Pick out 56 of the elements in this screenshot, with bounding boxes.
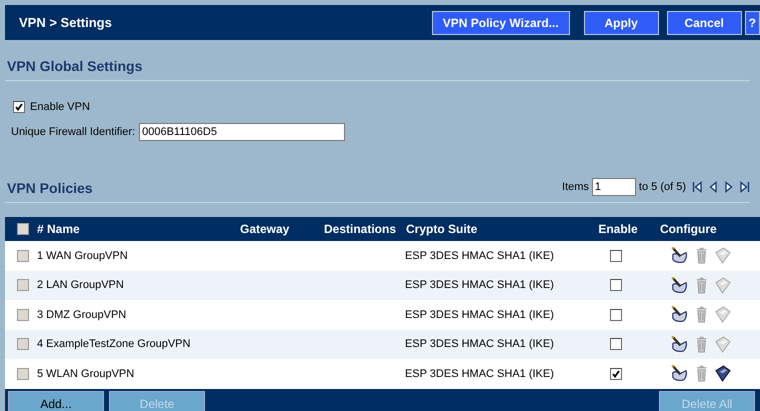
crypto-suite: ESP 3DES HMAC SHA1 (IKE): [404, 368, 554, 380]
crypto-suite: ESP 3DES HMAC SHA1 (IKE): [404, 250, 554, 262]
crypto-suite: ESP 3DES HMAC SHA1 (IKE): [404, 338, 554, 350]
first-page-icon[interactable]: [692, 181, 702, 193]
pager-range: to 5 (of 5): [638, 181, 686, 193]
enable-checkbox[interactable]: [610, 368, 622, 380]
enable-checkbox[interactable]: [13, 101, 25, 113]
row-checkbox[interactable]: [17, 368, 29, 380]
select-all-checkbox[interactable]: [17, 223, 29, 235]
row-checkbox[interactable]: [17, 279, 29, 292]
table-button[interactable]: Add...: [8, 390, 104, 411]
enable-checkbox[interactable]: [610, 250, 622, 262]
section-title: VPN Policies: [7, 180, 93, 196]
crypto-suite: ESP 3DES HMAC SHA1 (IKE): [404, 308, 554, 321]
row-checkbox[interactable]: [17, 308, 29, 321]
header-button[interactable]: VPN Policy Wizard...: [432, 10, 570, 34]
field-label: Unique Firewall Identifier:: [11, 126, 136, 138]
section-title: VPN Global Settings: [7, 58, 142, 74]
column-header: Crypto Suite: [406, 222, 478, 236]
policy-name: 4 ExampleTestZone GroupVPN: [37, 338, 190, 350]
identifier-field[interactable]: 0006B11106D5: [139, 123, 346, 141]
edit-icon[interactable]: [670, 336, 690, 353]
trash-icon[interactable]: [695, 276, 708, 294]
edit-icon[interactable]: [670, 276, 690, 294]
policy-name: 3 DMZ GroupVPN: [37, 308, 126, 321]
previous-page-icon[interactable]: [708, 181, 718, 193]
column-header: # Name: [37, 222, 80, 236]
last-page-icon[interactable]: [740, 181, 750, 193]
next-page-icon[interactable]: [724, 181, 734, 193]
column-header: Destinations: [324, 222, 396, 236]
policy-name: 1 WAN GroupVPN: [37, 250, 128, 262]
policy-name: 2 LAN GroupVPN: [37, 279, 124, 292]
header-button[interactable]: Apply: [584, 10, 659, 34]
trash-icon[interactable]: [695, 336, 708, 353]
pager-label: Items: [562, 181, 589, 193]
crypto-suite: ESP 3DES HMAC SHA1 (IKE): [404, 279, 554, 292]
page-title: VPN > Settings: [19, 15, 113, 30]
trash-icon[interactable]: [695, 365, 708, 382]
page-field[interactable]: 1: [592, 178, 636, 196]
column-header: Enable: [598, 222, 638, 236]
trash-icon[interactable]: [695, 306, 708, 324]
edit-icon[interactable]: [670, 306, 690, 324]
header-button[interactable]: Cancel: [666, 10, 742, 34]
edit-icon[interactable]: [670, 365, 690, 382]
help-button[interactable]: ?: [744, 10, 760, 34]
enable-checkbox[interactable]: [610, 338, 622, 350]
column-header: Gateway: [240, 222, 290, 236]
column-header: Configure: [660, 222, 717, 236]
checkbox-label: Enable VPN: [30, 101, 90, 113]
trash-icon[interactable]: [695, 247, 708, 264]
edit-icon[interactable]: [670, 247, 690, 264]
policy-name: 5 WLAN GroupVPN: [37, 368, 134, 380]
row-checkbox[interactable]: [17, 250, 29, 262]
enable-checkbox[interactable]: [610, 308, 622, 321]
enable-checkbox[interactable]: [610, 279, 622, 292]
row-checkbox[interactable]: [17, 338, 29, 350]
